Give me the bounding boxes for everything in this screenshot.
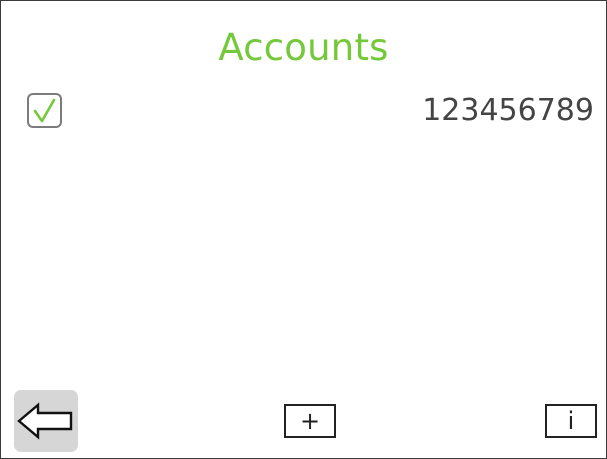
account-row[interactable]: 123456789 (24, 91, 594, 135)
checkmark-icon (33, 98, 56, 123)
add-button[interactable]: + (284, 404, 336, 438)
info-button[interactable]: i (545, 404, 597, 438)
page-title: Accounts (218, 26, 389, 69)
account-number: 123456789 (422, 93, 594, 128)
account-checkbox[interactable] (27, 93, 62, 128)
arrow-left-icon (17, 402, 73, 440)
back-button[interactable] (14, 390, 78, 452)
